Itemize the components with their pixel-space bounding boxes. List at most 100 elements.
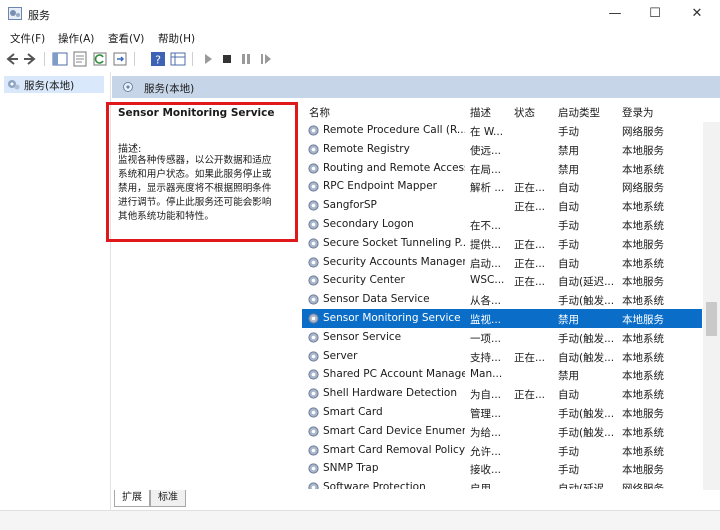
service-status: 正在... — [514, 389, 546, 402]
service-row[interactable]: SNMP Trap 接收... 手动 本地服务 — [302, 459, 702, 478]
service-logon-as: 本地系统 — [622, 332, 664, 345]
service-description: 管理... — [470, 408, 502, 420]
gear-icon — [307, 425, 320, 438]
service-name: Server — [323, 349, 358, 362]
play-icon[interactable] — [200, 51, 216, 67]
description-line: 其他系统功能和特性。 — [118, 211, 214, 222]
service-logon-as: 本地服务 — [622, 276, 664, 289]
gear-icon — [307, 312, 320, 325]
service-startup-type: 手动 — [558, 445, 579, 458]
service-name: Shared PC Account Manager — [323, 368, 465, 381]
service-startup-type: 手动 — [558, 126, 579, 138]
description-line: 进行调节。停止此服务还可能会影响 — [118, 197, 272, 208]
service-row[interactable]: Shared PC Account Manager Man... 禁用 本地系统 — [302, 365, 702, 384]
menu-help[interactable]: 帮助(H) — [158, 31, 195, 46]
service-name: Sensor Service — [323, 330, 402, 343]
service-row[interactable]: RPC Endpoint Mapper 解析 ... 正在... 自动 网络服务 — [302, 177, 702, 196]
service-description: 解析 ... — [470, 182, 505, 195]
service-name: Routing and Remote Access — [323, 161, 465, 174]
service-row[interactable]: Smart Card 管理... 手动(触发... 本地服务 — [302, 403, 702, 422]
service-row[interactable]: Security Accounts Manager 启动... 正在... 自动 本地系… — [302, 253, 702, 272]
service-logon-as: 本地服务 — [622, 238, 664, 251]
service-description: 在 W... — [470, 126, 504, 138]
menu-file[interactable]: 文件(F) — [10, 31, 45, 46]
gear-icon — [307, 293, 320, 306]
service-status: 正在... — [514, 238, 546, 251]
restart-icon[interactable] — [258, 51, 274, 67]
service-name: Secure Socket Tunneling P... — [323, 236, 465, 249]
service-logon-as: 本地服务 — [622, 464, 664, 477]
service-row[interactable]: Routing and Remote Access 在局... 禁用 本地系统 — [302, 159, 702, 178]
service-row[interactable]: Remote Registry 使远... 禁用 本地服务 — [302, 140, 702, 159]
service-startup-type: 禁用 — [558, 144, 579, 157]
column-header-startup-type[interactable]: 启动类型 — [558, 105, 600, 120]
stop-icon[interactable] — [219, 51, 235, 67]
back-arrow-icon[interactable] — [4, 51, 20, 67]
service-row[interactable]: Remote Procedure Call (R... 在 W... 手动 网络服务 — [302, 121, 702, 140]
service-startup-type: 手动 — [558, 464, 579, 477]
service-startup-type: 禁用 — [558, 163, 579, 176]
column-header-status[interactable]: 状态 — [514, 105, 535, 120]
column-header-name[interactable]: 名称 — [309, 105, 330, 120]
service-row[interactable]: Smart Card Device Enumer... 为给... 手动(触发...… — [302, 422, 702, 441]
service-startup-type: 自动 — [558, 201, 579, 214]
service-description: 接收... — [470, 464, 502, 477]
help-icon[interactable]: ? — [150, 51, 166, 67]
pause-icon[interactable] — [238, 51, 254, 67]
service-logon-as: 本地系统 — [622, 426, 664, 439]
column-header-description[interactable]: 描述 — [470, 105, 491, 120]
service-row[interactable]: Secondary Logon 在不... 手动 本地系统 — [302, 215, 702, 234]
gear-icon — [307, 199, 320, 212]
service-row[interactable]: Smart Card Removal Policy 允许... 手动 本地系统 — [302, 441, 702, 460]
service-row[interactable]: Secure Socket Tunneling P... 提供... 正在... 手动… — [302, 234, 702, 253]
gear-icon — [307, 331, 320, 344]
service-row[interactable]: Server 支持... 正在... 自动(触发... 本地系统 — [302, 347, 702, 366]
export-list-icon[interactable] — [112, 51, 128, 67]
forward-arrow-icon[interactable] — [22, 51, 38, 67]
service-logon-as: 本地系统 — [622, 370, 664, 383]
close-button[interactable]: ✕ — [682, 4, 712, 24]
gear-icon — [307, 143, 320, 156]
scrollbar-thumb[interactable] — [706, 302, 717, 336]
service-row[interactable]: Security Center WSC... 正在... 自动(延迟... 本地服务 — [302, 271, 702, 290]
service-row[interactable]: SangforSP 正在... 自动 本地系统 — [302, 196, 702, 215]
service-logon-as: 本地系统 — [622, 389, 664, 402]
service-status: 正在... — [514, 351, 546, 364]
service-description: 为给... — [470, 426, 502, 439]
gear-icon — [307, 350, 320, 363]
service-startup-type: 手动 — [558, 220, 579, 232]
tree-item-services-local[interactable]: 服务(本地) — [4, 76, 104, 93]
tab-standard[interactable]: 标准 — [150, 490, 186, 507]
toolbar: ? — [0, 48, 720, 70]
vertical-scrollbar[interactable] — [703, 122, 720, 490]
service-row[interactable]: Software Protection 启用... 自动(延迟... 网络服务 — [302, 478, 702, 489]
service-startup-type: 自动 — [558, 257, 579, 270]
column-header-logon-as[interactable]: 登录为 — [622, 105, 654, 120]
service-row[interactable]: Sensor Service 一项... 手动(触发... 本地系统 — [302, 328, 702, 347]
gear-icon — [307, 124, 320, 137]
console-tree-icon[interactable] — [52, 51, 68, 67]
tab-extended[interactable]: 扩展 — [114, 490, 150, 507]
maximize-button[interactable]: ☐ — [640, 4, 670, 24]
service-description: 在不... — [470, 220, 502, 232]
properties-icon[interactable] — [72, 51, 88, 67]
status-bar — [0, 510, 720, 530]
show-hide-icon[interactable] — [170, 51, 186, 67]
service-name: Security Center — [323, 274, 405, 287]
menu-view[interactable]: 查看(V) — [108, 31, 144, 46]
tree-item-label: 服务(本地) — [24, 80, 75, 92]
service-name: Smart Card Removal Policy — [323, 443, 465, 456]
service-row[interactable]: Sensor Data Service 从各... 手动(触发... 本地系统 — [302, 290, 702, 309]
service-row[interactable]: Shell Hardware Detection 为自... 正在... 自动 本地系统 — [302, 384, 702, 403]
gear-icon — [307, 368, 320, 381]
menu-action[interactable]: 操作(A) — [58, 31, 94, 46]
service-row[interactable]: Sensor Monitoring Service 监视... 禁用 本地服务 — [302, 309, 702, 328]
toolbar-separator — [192, 52, 193, 66]
gear-icon — [307, 444, 320, 457]
service-description: 为自... — [470, 389, 502, 402]
minimize-button[interactable]: — — [600, 4, 630, 24]
service-name: RPC Endpoint Mapper — [323, 180, 437, 193]
pane-header: 服务(本地) — [112, 76, 720, 98]
refresh-icon[interactable] — [92, 51, 108, 67]
service-status: 正在... — [514, 257, 546, 270]
